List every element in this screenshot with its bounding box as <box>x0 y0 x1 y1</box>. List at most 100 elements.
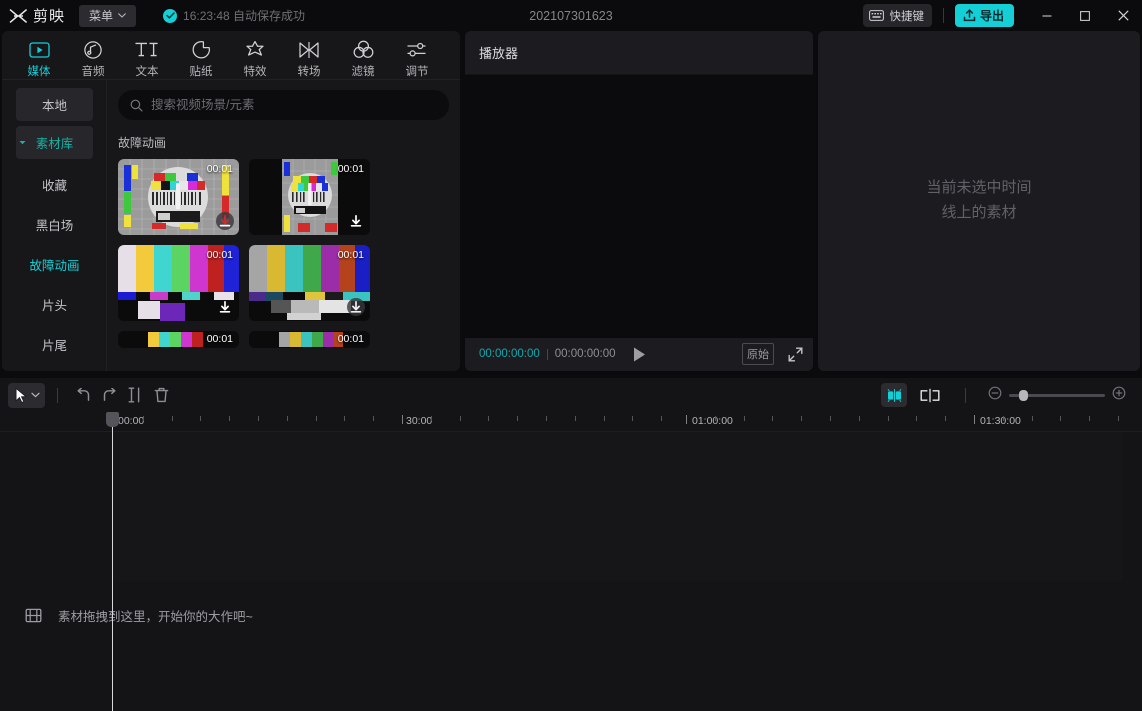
ruler-tick-minor <box>945 416 946 421</box>
window-controls-group: 快捷键 导出 <box>863 0 1142 31</box>
ruler-tick-minor <box>287 416 288 421</box>
toolbar-divider-2 <box>965 388 966 403</box>
tab-sticker[interactable]: 贴纸 <box>174 35 228 79</box>
time-separator <box>547 349 548 360</box>
current-time: 00:00:00:00 <box>479 348 540 360</box>
tab-effects[interactable]: 特效 <box>228 35 282 79</box>
playhead[interactable] <box>112 412 113 711</box>
ruler-tick-minor <box>1032 416 1033 421</box>
library-item[interactable]: 00:01 <box>249 159 370 235</box>
tab-label: 特效 <box>244 63 267 79</box>
split-button[interactable] <box>122 383 148 408</box>
playhead-handle[interactable] <box>106 412 119 427</box>
media-play-frame-icon <box>29 39 50 60</box>
export-button[interactable]: 导出 <box>955 4 1014 27</box>
total-time: 00:00:00:00 <box>555 348 616 360</box>
tab-filter[interactable]: 滤镜 <box>336 35 390 79</box>
item-duration: 00:01 <box>338 333 364 345</box>
export-label: 导出 <box>980 7 1004 24</box>
zoom-slider[interactable] <box>1009 394 1105 397</box>
sidebar-item-label: 黑白场 <box>36 215 74 234</box>
thumbnail-grid: 00:01 <box>107 159 460 348</box>
ruler-tick-minor <box>316 416 317 421</box>
redo-icon <box>101 388 118 403</box>
ruler-tick-major <box>402 415 403 424</box>
cursor-arrow-icon <box>13 387 28 404</box>
section-title: 故障动画 <box>118 134 460 151</box>
player-header: 播放器 <box>465 31 813 75</box>
undo-button[interactable] <box>70 383 96 408</box>
zoom-out-icon[interactable] <box>988 386 1002 405</box>
library-item[interactable]: 00:01 <box>118 245 239 321</box>
ruler-tick-minor <box>661 416 662 421</box>
hotkey-button[interactable]: 快捷键 <box>863 4 932 27</box>
undo-icon <box>75 388 92 403</box>
inspector-empty-state: 当前未选中时间 线上的素材 <box>904 176 1054 226</box>
timeline-panel: 00:00 30:00 01:00:00 01:30:00 素材拖拽到这里，开始… <box>0 378 1142 711</box>
quality-button[interactable]: 原始 <box>742 343 774 365</box>
sidebar-item-ending[interactable]: 片尾 <box>2 324 107 364</box>
timeline-ruler[interactable]: 00:00 30:00 01:00:00 01:30:00 <box>0 412 1142 432</box>
close-button[interactable] <box>1104 0 1142 31</box>
ruler-label: 00:00 <box>118 415 144 427</box>
sidebar-item-favorites[interactable]: 收藏 <box>2 164 107 204</box>
mirror-align-button[interactable] <box>917 383 943 408</box>
download-icon[interactable] <box>347 212 365 230</box>
ruler-tick-minor <box>229 416 230 421</box>
library-sidebar: 本地 素材库 收藏 黑白场 故障动画 片头 <box>2 80 107 371</box>
download-icon[interactable] <box>216 212 234 230</box>
sidebar-item-time-clip[interactable]: 时间片段 <box>2 364 107 371</box>
timeline-drop-area[interactable] <box>113 432 1123 581</box>
cursor-tool[interactable] <box>8 383 45 408</box>
library-item[interactable]: 00:01 <box>249 245 370 321</box>
maximize-button[interactable] <box>1066 0 1104 31</box>
check-circle-icon <box>163 9 177 23</box>
redo-button[interactable] <box>96 383 122 408</box>
sidebar-item-glitch-animation[interactable]: 故障动画 <box>2 244 107 284</box>
caret-down-icon <box>19 140 26 145</box>
library-item[interactable]: 00:01 <box>118 331 239 348</box>
window-buttons <box>1028 0 1142 31</box>
search-input[interactable] <box>151 98 437 112</box>
text-ti-icon <box>134 39 160 60</box>
download-icon[interactable] <box>216 298 234 316</box>
sidebar-item-material-library[interactable]: 素材库 <box>16 126 93 159</box>
zoom-in-icon[interactable] <box>1112 386 1126 405</box>
player-stage[interactable] <box>465 75 813 338</box>
minimize-button[interactable] <box>1028 0 1066 31</box>
autosave-status: 16:23:48 自动保存成功 <box>163 7 305 24</box>
effects-star-icon <box>245 39 265 60</box>
ruler-tick-minor <box>373 416 374 421</box>
tab-adjust[interactable]: 调节 <box>390 35 444 79</box>
app-name: 剪映 <box>33 5 65 26</box>
fullscreen-icon[interactable] <box>788 347 803 362</box>
tab-strip: 媒体 音频 文本 <box>2 31 460 79</box>
sidebar-item-blackwhite[interactable]: 黑白场 <box>2 204 107 244</box>
tab-text[interactable]: 文本 <box>120 35 174 79</box>
tab-audio[interactable]: 音频 <box>66 35 120 79</box>
timeline-tracks[interactable]: 素材拖拽到这里，开始你的大作吧~ <box>0 432 1142 711</box>
sidebar-item-label: 片尾 <box>42 335 67 354</box>
sidebar-item-label: 故障动画 <box>29 255 79 274</box>
menu-button[interactable]: 菜单 <box>79 5 136 27</box>
library-item[interactable]: 00:01 <box>249 331 370 348</box>
sidebar-item-opening[interactable]: 片头 <box>2 284 107 324</box>
ruler-tick-minor <box>830 416 831 421</box>
tab-media[interactable]: 媒体 <box>12 35 66 79</box>
player-right-controls: 原始 <box>742 343 803 365</box>
ruler-label: 01:30:00 <box>980 415 1021 427</box>
delete-button[interactable] <box>148 383 174 408</box>
titlebar-divider <box>943 8 944 23</box>
zoom-slider-handle[interactable] <box>1019 390 1028 401</box>
sidebar-item-local[interactable]: 本地 <box>16 88 93 121</box>
library-item[interactable]: 00:01 <box>118 159 239 235</box>
snap-toggle-button[interactable] <box>881 383 907 407</box>
tab-label: 音频 <box>82 63 105 79</box>
play-button[interactable] <box>628 343 650 365</box>
download-icon[interactable] <box>347 298 365 316</box>
tab-transition[interactable]: 转场 <box>282 35 336 79</box>
search-bar[interactable] <box>118 90 449 120</box>
timeline-toolbar <box>0 378 1142 412</box>
inspector-empty-line2: 线上的素材 <box>904 201 1054 226</box>
player-panel: 播放器 00:00:00:00 00:00:00:00 原始 <box>465 31 813 371</box>
